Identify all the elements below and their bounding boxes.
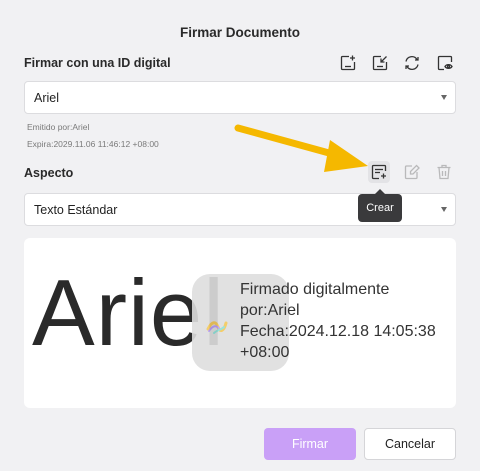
chevron-down-icon xyxy=(441,207,447,212)
delete-appearance-icon[interactable] xyxy=(433,161,455,183)
preview-line-3: Fecha:2024.12.18 14:05:38 xyxy=(240,323,436,340)
expires-text: Expira:2029.11.06 11:46:12 +08:00 xyxy=(27,139,159,149)
signature-preview: Ariel Firmado digitalmente por:Ariel Fec… xyxy=(24,238,456,408)
sign-button[interactable]: Firmar xyxy=(264,428,356,460)
preview-line-1: Firmado digitalmente xyxy=(240,281,390,298)
edit-appearance-icon[interactable] xyxy=(401,161,423,183)
logo-swoosh-icon xyxy=(206,321,228,334)
import-id-icon[interactable] xyxy=(369,52,391,74)
digital-id-label: Firmar con una ID digital xyxy=(24,56,171,70)
cancel-button[interactable]: Cancelar xyxy=(364,428,456,460)
chevron-down-icon xyxy=(441,95,447,100)
annotation-arrow-icon xyxy=(234,124,368,172)
digital-id-select[interactable]: Ariel xyxy=(24,81,456,114)
refresh-icon[interactable] xyxy=(401,52,423,74)
view-id-icon[interactable] xyxy=(434,52,456,74)
preview-line-4: +08:00 xyxy=(240,344,290,361)
appearance-selected: Texto Estándar xyxy=(34,202,118,217)
dialog-title: Firmar Documento xyxy=(179,25,301,40)
preview-line-2: por:Ariel xyxy=(240,302,300,319)
appearance-label: Aspecto xyxy=(24,166,74,180)
add-id-icon[interactable] xyxy=(337,52,359,74)
create-tooltip: Crear xyxy=(358,189,402,222)
sign-document-dialog: Firmar Documento Firmar con una ID digit… xyxy=(0,0,480,471)
digital-id-selected: Ariel xyxy=(34,90,60,105)
issued-by-text: Emitido por:Ariel xyxy=(27,122,90,132)
preview-signature-text: Firmado digitalmente por:Ariel Fecha:202… xyxy=(240,279,450,363)
